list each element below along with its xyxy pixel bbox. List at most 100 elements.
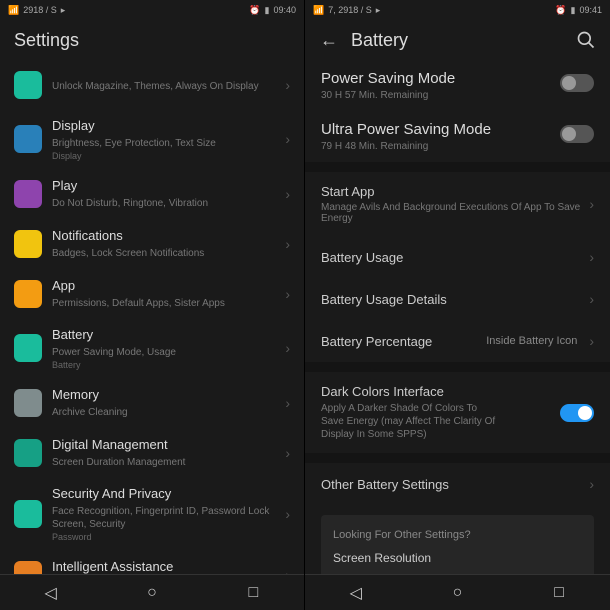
item-sub: Archive Cleaning [52,406,279,419]
battery-percentage-row[interactable]: Battery Percentage Inside Battery Icon › [305,320,610,362]
app-icon [14,389,42,417]
power-saving-mode[interactable]: Power Saving Mode 30 H 57 Min. Remaining [305,60,610,111]
page-title: Battery [351,30,408,51]
app-icon [14,280,42,308]
app-icon [14,334,42,362]
alarm-icon: ⏰ [249,5,260,16]
settings-item[interactable]: Intelligent Assistance Accessibility, Hi… [0,550,304,574]
chevron-right-icon: › [589,476,594,492]
item-title: Notifications [52,228,279,245]
item-title: Battery Usage [321,250,403,265]
divider [305,453,610,463]
battery-usage-details-row[interactable]: Battery Usage Details › [305,278,610,320]
item-title: Battery Percentage [321,334,432,349]
settings-item[interactable]: Memory Archive Cleaning › [0,378,304,428]
item-value: Inside Battery Icon [486,335,577,347]
other-battery-settings-row[interactable]: Other Battery Settings › [305,463,610,505]
chevron-right-icon: › [285,395,290,411]
hint-title: Looking For Other Settings? [333,529,582,541]
settings-item[interactable]: Security And Privacy Face Recognition, F… [0,478,304,550]
start-app-row[interactable]: Start App Manage Avils And Background Ex… [305,172,610,236]
time-text: 09:40 [273,5,296,15]
header: ← Battery [305,20,610,60]
item-extra: Display [52,151,279,161]
dark-toggle[interactable] [560,404,594,422]
battery-status-icon: ▮ [265,5,270,16]
item-title: Memory [52,387,279,404]
ultra-power-saving-mode[interactable]: Ultra Power Saving Mode 79 H 48 Min. Rem… [305,111,610,162]
chevron-right-icon: › [589,196,594,212]
back-button[interactable]: ← [319,30,339,50]
time-text: 09:41 [579,5,602,15]
item-sub: Badges, Lock Screen Notifications [52,247,279,260]
chevron-right-icon: › [285,131,290,147]
item-title: Security And Privacy [52,486,279,503]
settings-screen: 📶 2918 / S ▸ ⏰ ▮ 09:40 Settings Unlock M… [0,0,305,610]
item-sub: Do Not Disturb, Ringtone, Vibration [52,197,279,210]
app-icon [14,125,42,153]
item-sub: Permissions, Default Apps, Sister Apps [52,297,279,310]
hint-link[interactable]: Screen Resolution [333,551,582,565]
status-bar: 📶 2918 / S ▸ ⏰ ▮ 09:40 [0,0,304,20]
battery-screen: 📶 7, 2918 / S ▸ ⏰ ▮ 09:41 ← Battery Powe… [305,0,610,610]
power-saving-toggle[interactable] [560,74,594,92]
alarm-icon: ⏰ [555,5,566,16]
settings-item[interactable]: Unlock Magazine, Themes, Always On Displ… [0,60,304,110]
dark-colors-row[interactable]: Dark Colors Interface Apply A Darker Sha… [305,372,610,453]
item-title: App [52,278,279,295]
nav-home[interactable]: ○ [447,583,467,603]
chevron-right-icon: › [285,286,290,302]
activity-icon: ▸ [376,5,381,16]
item-sub: Apply A Darker Shade Of Colors To Save E… [321,402,550,441]
app-icon [14,500,42,528]
chevron-right-icon: › [589,333,594,349]
signal-icon: 📶 [8,5,19,16]
battery-content[interactable]: Power Saving Mode 30 H 57 Min. Remaining… [305,60,610,574]
app-icon [14,230,42,258]
settings-item[interactable]: Notifications Badges, Lock Screen Notifi… [0,219,304,269]
app-icon [14,71,42,99]
item-title: Power Saving Mode [321,70,550,87]
item-sub: Unlock Magazine, Themes, Always On Displ… [52,80,279,93]
item-title: Battery Usage Details [321,292,447,307]
signal-icon: 📶 [313,5,324,16]
ultra-toggle[interactable] [560,125,594,143]
settings-item[interactable]: Display Brightness, Eye Protection, Text… [0,110,304,169]
item-sub: Screen Duration Management [52,456,279,469]
battery-status-icon: ▮ [571,5,576,16]
item-title: Play [52,178,279,195]
search-icon[interactable] [576,30,596,50]
nav-recent[interactable]: □ [549,583,569,603]
nav-home[interactable]: ○ [142,583,162,603]
item-sub: 79 H 48 Min. Remaining [321,141,550,152]
header: Settings [0,20,304,60]
chevron-right-icon: › [285,506,290,522]
activity-icon: ▸ [61,5,66,16]
item-title: Start App [321,184,583,199]
item-sub: Manage Avils And Background Executions O… [321,202,583,224]
status-bar: 📶 7, 2918 / S ▸ ⏰ ▮ 09:41 [305,0,610,20]
chevron-right-icon: › [589,291,594,307]
item-title: Battery [52,327,279,344]
settings-item[interactable]: App Permissions, Default Apps, Sister Ap… [0,269,304,319]
settings-item[interactable]: Digital Management Screen Duration Manag… [0,428,304,478]
nav-back[interactable]: ◁ [41,583,61,603]
chevron-right-icon: › [589,249,594,265]
item-title: Ultra Power Saving Mode [321,121,550,138]
nav-recent[interactable]: □ [243,583,263,603]
battery-usage-row[interactable]: Battery Usage › [305,236,610,278]
settings-item[interactable]: Battery Power Saving Mode, Usage Battery… [0,319,304,378]
item-title: Intelligent Assistance [52,559,279,574]
item-title: Display [52,118,279,135]
chevron-right-icon: › [285,77,290,93]
nav-back[interactable]: ◁ [346,583,366,603]
app-icon [14,561,42,574]
item-sub: Face Recognition, Fingerprint ID, Passwo… [52,505,279,531]
item-sub: Power Saving Mode, Usage [52,346,279,359]
settings-item[interactable]: Play Do Not Disturb, Ringtone, Vibration… [0,169,304,219]
settings-list[interactable]: Unlock Magazine, Themes, Always On Displ… [0,60,304,574]
chevron-right-icon: › [285,236,290,252]
item-extra: Password [52,532,279,542]
item-title: Digital Management [52,437,279,454]
item-extra: Battery [52,360,279,370]
